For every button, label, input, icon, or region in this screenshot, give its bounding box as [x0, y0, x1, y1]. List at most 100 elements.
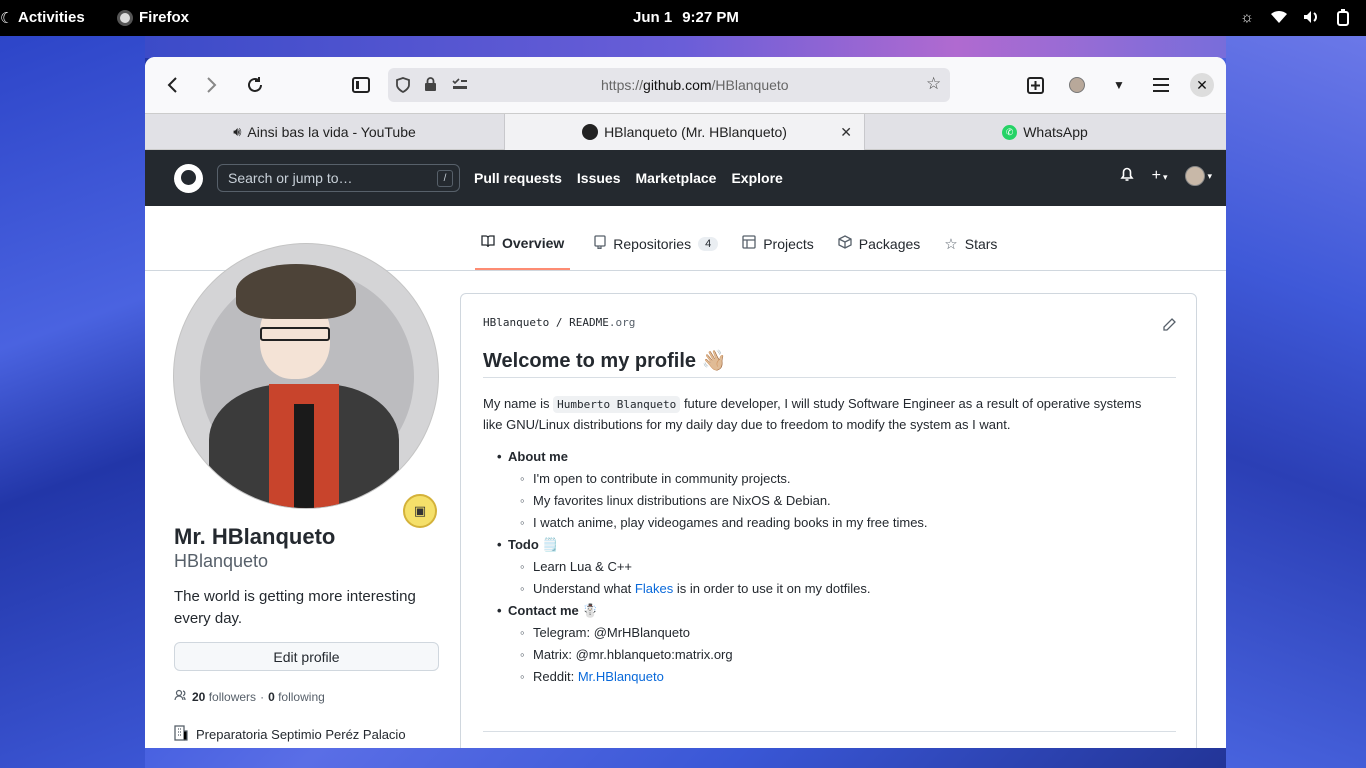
url-protocol: https://	[601, 77, 644, 93]
profile-tabs: Overview Repositories 4 Projects Package…	[475, 230, 997, 270]
intro-text-start: My name is	[483, 396, 550, 411]
github-header: Search or jump to… / Pull requests Issue…	[145, 150, 1226, 206]
lock-icon[interactable]	[424, 77, 440, 93]
tab-strip: 🔊︎ Ainsi bas la vida - YouTube HBlanquet…	[145, 113, 1226, 150]
list-heading: Todo 🗒️	[483, 534, 1173, 556]
tab-label: WhatsApp	[1023, 124, 1088, 140]
list-item: Learn Lua & C++	[483, 556, 1173, 578]
readme-bottom-divider	[483, 731, 1176, 732]
intro-code: Humberto Blanqueto	[553, 396, 681, 413]
list-item: Telegram: @MrHBlanqueto	[483, 622, 1173, 644]
reload-icon[interactable]	[243, 73, 267, 97]
back-arrow-icon[interactable]	[160, 73, 184, 97]
readme-intro: My name is Humberto Blanqueto future dev…	[483, 394, 1163, 435]
github-icon	[582, 124, 599, 140]
status-badge[interactable]: ▣	[403, 494, 437, 528]
user-menu[interactable]: ▾	[1185, 166, 1212, 186]
navigation-toolbar: https://github.com/HBlanqueto ☆ ▼ ✕	[145, 57, 1226, 113]
book-icon	[481, 234, 495, 251]
sidebar-toggle-icon[interactable]	[349, 73, 373, 97]
system-tray[interactable]: ☼	[1238, 8, 1352, 26]
nav-marketplace[interactable]: Marketplace	[636, 170, 717, 186]
profile-avatar[interactable]	[173, 243, 439, 509]
forward-arrow-icon[interactable]	[200, 73, 224, 97]
edit-pencil-icon[interactable]	[1163, 318, 1176, 334]
search-input[interactable]: Search or jump to… /	[217, 164, 460, 192]
list-item-text: is in order to use it on my dotfiles.	[676, 581, 871, 596]
nav-explore[interactable]: Explore	[731, 170, 782, 186]
followers-count: 20	[192, 689, 206, 704]
tab-packages[interactable]: Packages	[838, 230, 920, 270]
readme-path: HBlanqueto / README.org	[483, 316, 636, 329]
github-logo-icon[interactable]	[174, 164, 203, 193]
github-header-actions: + ▾ ▾	[1119, 166, 1212, 186]
repo-icon	[594, 235, 606, 252]
clock-date: Jun 1	[633, 9, 673, 26]
notification-bell-icon[interactable]	[1119, 166, 1134, 186]
tab-youtube[interactable]: 🔊︎ Ainsi bas la vida - YouTube	[145, 114, 505, 150]
nav-pull-requests[interactable]: Pull requests	[474, 170, 562, 186]
profile-page: Overview Repositories 4 Projects Package…	[145, 206, 1226, 748]
hamburger-menu-icon[interactable]	[1149, 73, 1173, 97]
people-icon	[174, 689, 188, 704]
bookmark-star-icon[interactable]: ☆	[926, 74, 942, 93]
permissions-icon[interactable]	[452, 77, 468, 93]
night-light-icon: ☾	[0, 10, 14, 27]
url-text[interactable]: https://github.com/HBlanqueto	[601, 77, 789, 93]
nav-issues[interactable]: Issues	[577, 170, 621, 186]
gnome-top-bar: Activities Firefox Jun 1 9:27 PM ☾ ☼	[0, 0, 1366, 36]
app-menu[interactable]: Firefox	[117, 9, 189, 26]
close-tab-icon[interactable]: ✕	[840, 124, 852, 141]
close-window-button[interactable]: ✕	[1190, 73, 1214, 97]
flakes-link[interactable]: Flakes	[635, 581, 673, 596]
tab-label: Packages	[858, 235, 921, 252]
tab-stars[interactable]: ☆ Stars	[944, 230, 997, 270]
search-shortcut-key: /	[437, 170, 453, 187]
tab-label: Overview	[502, 234, 565, 251]
readme-card: HBlanqueto / README.org Welcome to my pr…	[460, 293, 1197, 748]
readme-ext: .org	[608, 316, 636, 329]
wifi-icon	[1270, 8, 1288, 26]
account-avatar-icon[interactable]	[1065, 73, 1089, 97]
tab-overview[interactable]: Overview	[475, 230, 571, 270]
separator-dot: ·	[260, 689, 265, 704]
new-tab-icon[interactable]	[1023, 73, 1047, 97]
repo-count-badge: 4	[698, 236, 719, 251]
tab-whatsapp[interactable]: ✆ WhatsApp	[865, 114, 1225, 150]
list-item: Reddit: Mr.HBlanqueto	[483, 666, 1173, 688]
organization-name: Preparatoria Septimio Peréz Palacio	[196, 727, 406, 742]
tab-projects[interactable]: Projects	[742, 230, 814, 270]
readme-list: About me I'm open to contribute in commu…	[483, 446, 1173, 688]
shield-icon[interactable]	[396, 77, 412, 94]
desktop-wallpaper-top	[0, 36, 1366, 58]
organization: Preparatoria Septimio Peréz Palacio	[174, 725, 406, 744]
tab-label: Ainsi bas la vida - YouTube	[247, 124, 416, 140]
avatar	[1185, 166, 1206, 186]
dropdown-arrow-icon[interactable]: ▼	[1107, 73, 1131, 97]
create-new-icon[interactable]: + ▾	[1152, 167, 1168, 185]
readme-owner[interactable]: HBlanqueto	[483, 316, 549, 329]
list-item: I watch anime, play videogames and readi…	[483, 512, 1173, 534]
readme-filename[interactable]: README	[569, 316, 609, 329]
followers-label: followers	[208, 689, 257, 704]
activities-button[interactable]: Activities	[18, 9, 85, 26]
clock[interactable]: Jun 1 9:27 PM	[633, 9, 739, 26]
url-bar[interactable]: https://github.com/HBlanqueto ☆	[388, 68, 950, 102]
table-icon	[742, 235, 756, 252]
readme-title: Welcome to my profile 👋🏼	[483, 350, 727, 372]
reddit-link[interactable]: Mr.HBlanqueto	[578, 669, 664, 684]
clock-time: 9:27 PM	[682, 9, 739, 26]
edit-profile-button[interactable]: Edit profile	[174, 642, 439, 671]
tab-label: HBlanqueto (Mr. HBlanqueto)	[604, 124, 787, 140]
profile-username: HBlanqueto	[174, 551, 269, 571]
volume-icon	[1302, 8, 1320, 26]
following-link[interactable]: 0 following	[268, 690, 325, 704]
follow-stats: 20 followers · 0 following	[174, 689, 325, 704]
followers-link[interactable]: 20 followers	[192, 690, 256, 704]
url-path: /HBlanqueto	[711, 77, 789, 93]
tab-repositories[interactable]: Repositories 4	[594, 230, 719, 270]
list-item-text: Understand what	[533, 581, 632, 596]
tab-github[interactable]: HBlanqueto (Mr. HBlanqueto) ✕	[505, 114, 865, 150]
desktop-wallpaper-left	[0, 36, 145, 768]
speaker-icon[interactable]: 🔊︎	[233, 124, 241, 140]
